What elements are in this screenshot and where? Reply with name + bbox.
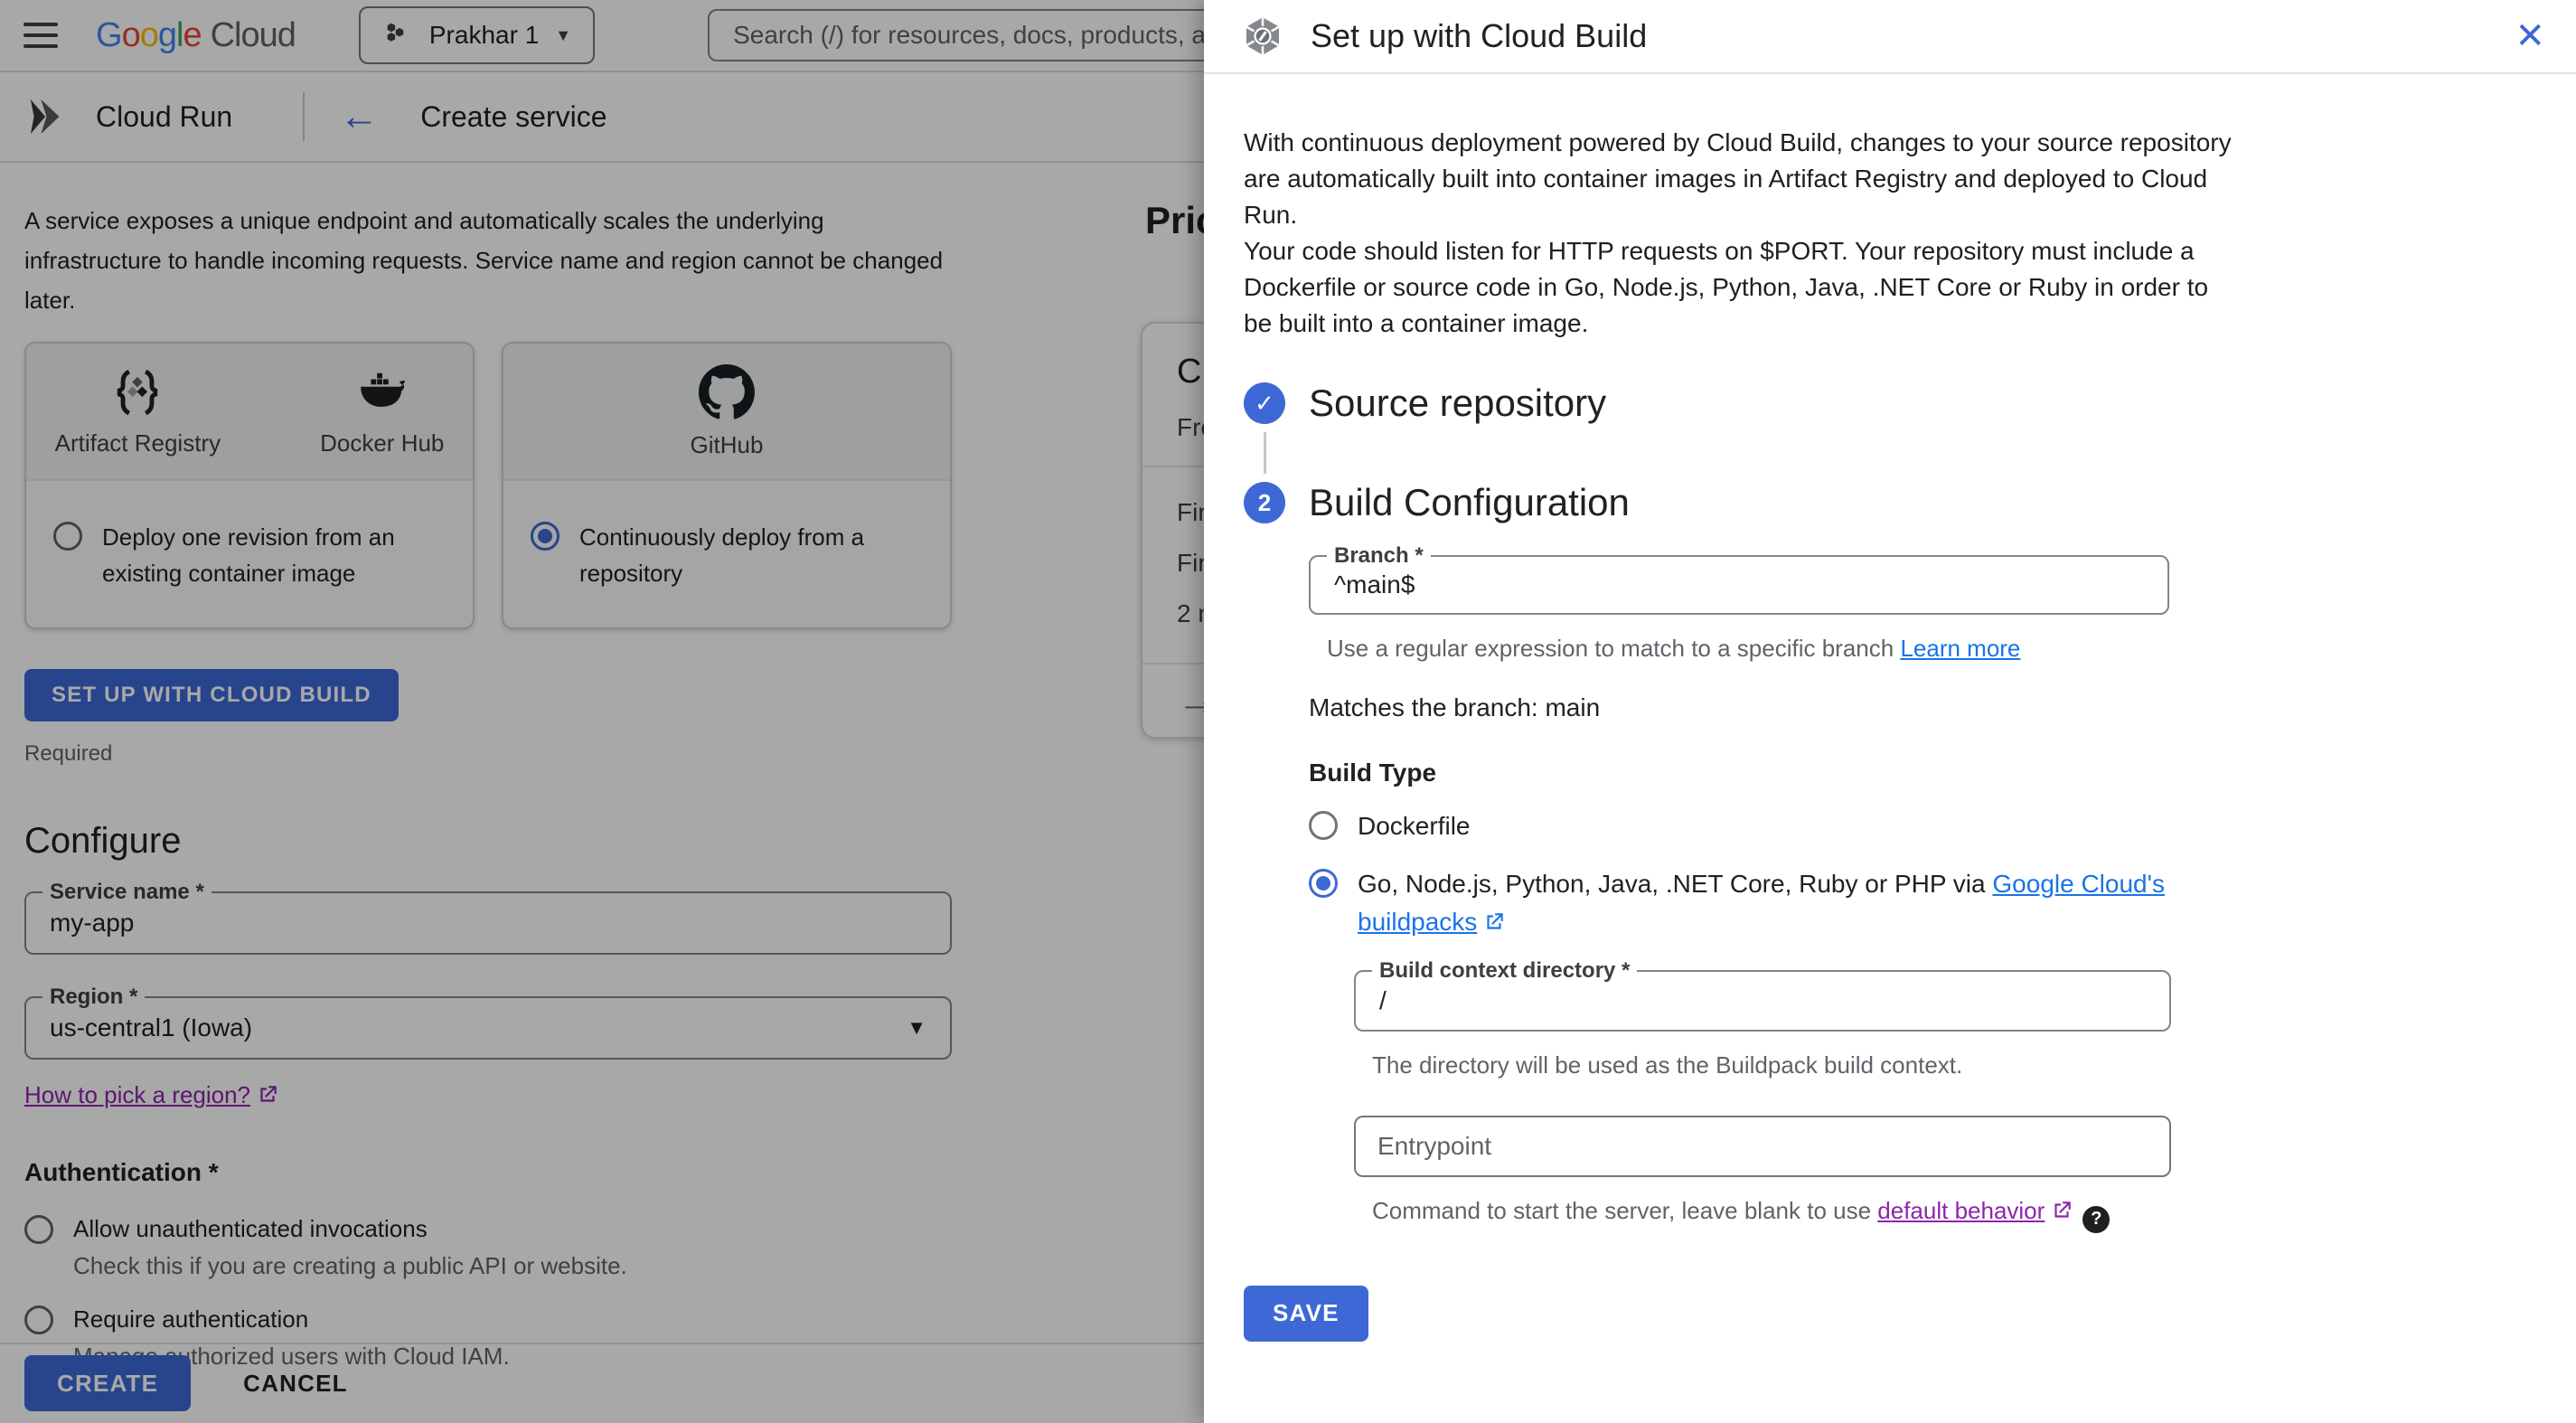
step-title: Build Configuration xyxy=(1309,481,1630,523)
external-link-icon xyxy=(2050,1199,2073,1229)
build-context-helper: The directory will be used as the Buildp… xyxy=(1372,1051,1963,1079)
buildpack-options: Build context directory * The directory … xyxy=(1354,957,2540,1233)
build-type-dockerfile[interactable]: Dockerfile xyxy=(1309,807,2540,845)
branch-input[interactable] xyxy=(1334,570,2144,599)
build-context-field[interactable]: Build context directory * xyxy=(1354,957,2171,1032)
build-context-label: Build context directory * xyxy=(1372,957,1638,985)
entrypoint-input[interactable] xyxy=(1354,1116,2171,1177)
default-behavior-link[interactable]: default behavior xyxy=(1877,1197,2073,1224)
help-icon[interactable]: ? xyxy=(2082,1205,2111,1233)
radio-buildpacks[interactable] xyxy=(1309,869,1338,898)
branch-field[interactable]: Branch * xyxy=(1309,542,2169,615)
panel-intro-paragraph-2: Your code should listen for HTTP request… xyxy=(1244,237,2209,337)
build-context-input[interactable] xyxy=(1379,986,2146,1015)
radio-dockerfile[interactable] xyxy=(1309,811,1338,840)
step-source-repository[interactable]: ✓ Source repository xyxy=(1244,382,2540,425)
build-configuration-form: Branch * Use a regular expression to mat… xyxy=(1309,542,2540,1233)
option-label: Dockerfile xyxy=(1358,812,1471,840)
cloud-build-panel: Set up with Cloud Build ✕ With continuou… xyxy=(1204,0,2576,1423)
option-label: Go, Node.js, Python, Java, .NET Core, Ru… xyxy=(1358,865,2207,945)
branch-label: Branch * xyxy=(1327,542,1431,570)
step-check-icon: ✓ xyxy=(1244,382,1285,424)
close-icon[interactable]: ✕ xyxy=(2515,18,2545,54)
panel-intro-paragraph-1: With continuous deployment powered by Cl… xyxy=(1244,128,2232,229)
branch-match-note: Matches the branch: main xyxy=(1309,693,1601,721)
stepper: ✓ Source repository 2 Build Configuratio… xyxy=(1244,382,2540,1233)
build-type-heading: Build Type xyxy=(1309,759,1437,787)
step-number-icon: 2 xyxy=(1244,482,1285,523)
external-link-icon xyxy=(1482,907,1506,945)
panel-title: Set up with Cloud Build xyxy=(1311,17,1648,54)
panel-header: Set up with Cloud Build ✕ xyxy=(1204,0,2576,74)
save-button[interactable]: SAVE xyxy=(1244,1285,1368,1342)
stepper-connector xyxy=(1264,432,1266,474)
learn-more-link[interactable]: Learn more xyxy=(1900,635,2020,662)
entrypoint-helper: Command to start the server, leave blank… xyxy=(1372,1197,2540,1233)
branch-helper: Use a regular expression to match to a s… xyxy=(1327,635,2021,662)
build-type-buildpacks[interactable]: Go, Node.js, Python, Java, .NET Core, Ru… xyxy=(1309,865,2540,945)
step-build-configuration[interactable]: 2 Build Configuration xyxy=(1244,481,2540,524)
cloud-build-icon xyxy=(1246,17,1280,55)
step-title: Source repository xyxy=(1309,382,1607,424)
panel-body: With continuous deployment powered by Cl… xyxy=(1204,74,2576,1342)
